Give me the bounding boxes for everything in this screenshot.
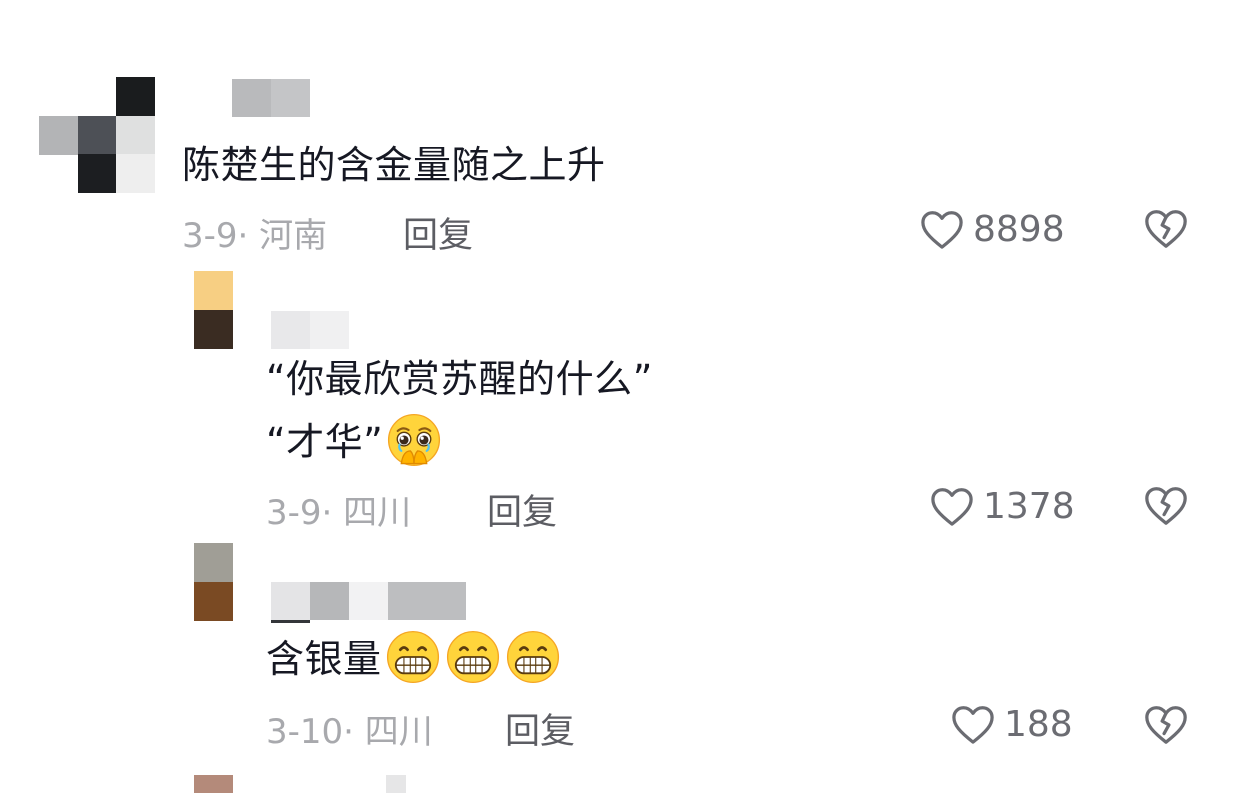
pleading-hands-over-mouth-emoji-icon xyxy=(388,413,441,467)
reply-button[interactable]: 回复 xyxy=(403,207,473,258)
avatar-pixel xyxy=(194,310,233,349)
avatar-pixel xyxy=(116,154,155,193)
avatar-pixel xyxy=(39,116,78,155)
comment-text-line: “你最欣赏苏醒的什么” xyxy=(266,357,653,401)
avatar[interactable] xyxy=(194,775,233,793)
like-button[interactable]: 8898 xyxy=(919,206,1065,252)
like-count: 1378 xyxy=(983,485,1075,527)
broken-heart-icon[interactable] xyxy=(1143,702,1189,746)
comment-meta: 3-9· 河南 xyxy=(182,216,328,256)
grinning-face-emoji-icon xyxy=(446,630,499,684)
avatar-pixel xyxy=(194,775,233,793)
comment-text: 陈楚生的含金量随之上升 xyxy=(182,143,606,187)
like-count: 8898 xyxy=(973,208,1065,250)
username-blurred[interactable] xyxy=(271,311,349,349)
avatar-pixel xyxy=(116,77,155,116)
avatar-pixel xyxy=(194,543,233,582)
grinning-face-emoji-icon xyxy=(386,630,439,684)
username-blurred[interactable] xyxy=(271,582,466,623)
like-count: 188 xyxy=(1004,703,1073,745)
comment-meta: 3-9· 四川 xyxy=(266,493,412,533)
avatar-pixel xyxy=(116,116,155,155)
reply-button[interactable]: 回复 xyxy=(487,484,557,535)
comment-text-fragment: “才华” xyxy=(266,420,384,464)
avatar-pixel xyxy=(194,582,233,621)
heart-outline-icon xyxy=(921,211,963,249)
avatar[interactable] xyxy=(194,271,233,349)
like-button[interactable]: 1378 xyxy=(929,483,1075,529)
avatar-pixel xyxy=(78,116,117,155)
comment-text-fragment: 含银量 xyxy=(266,637,382,681)
broken-heart-icon[interactable] xyxy=(1143,483,1189,527)
broken-heart-icon[interactable] xyxy=(1143,206,1189,250)
grinning-face-emoji-icon xyxy=(506,630,559,684)
like-button[interactable]: 188 xyxy=(950,701,1073,747)
username-blurred[interactable] xyxy=(386,775,406,793)
heart-outline-icon xyxy=(952,706,994,744)
avatar[interactable] xyxy=(39,77,157,193)
comment-text-line: 含银量 xyxy=(266,628,562,688)
comment-meta: 3-10· 四川 xyxy=(266,712,433,752)
heart-outline-icon xyxy=(931,488,973,526)
avatar-pixel xyxy=(194,271,233,310)
avatar-pixel xyxy=(78,154,117,193)
avatar[interactable] xyxy=(194,543,233,621)
comment-text-line: “才华” xyxy=(266,411,443,471)
username-blurred[interactable] xyxy=(232,79,310,117)
reply-button[interactable]: 回复 xyxy=(505,703,575,754)
